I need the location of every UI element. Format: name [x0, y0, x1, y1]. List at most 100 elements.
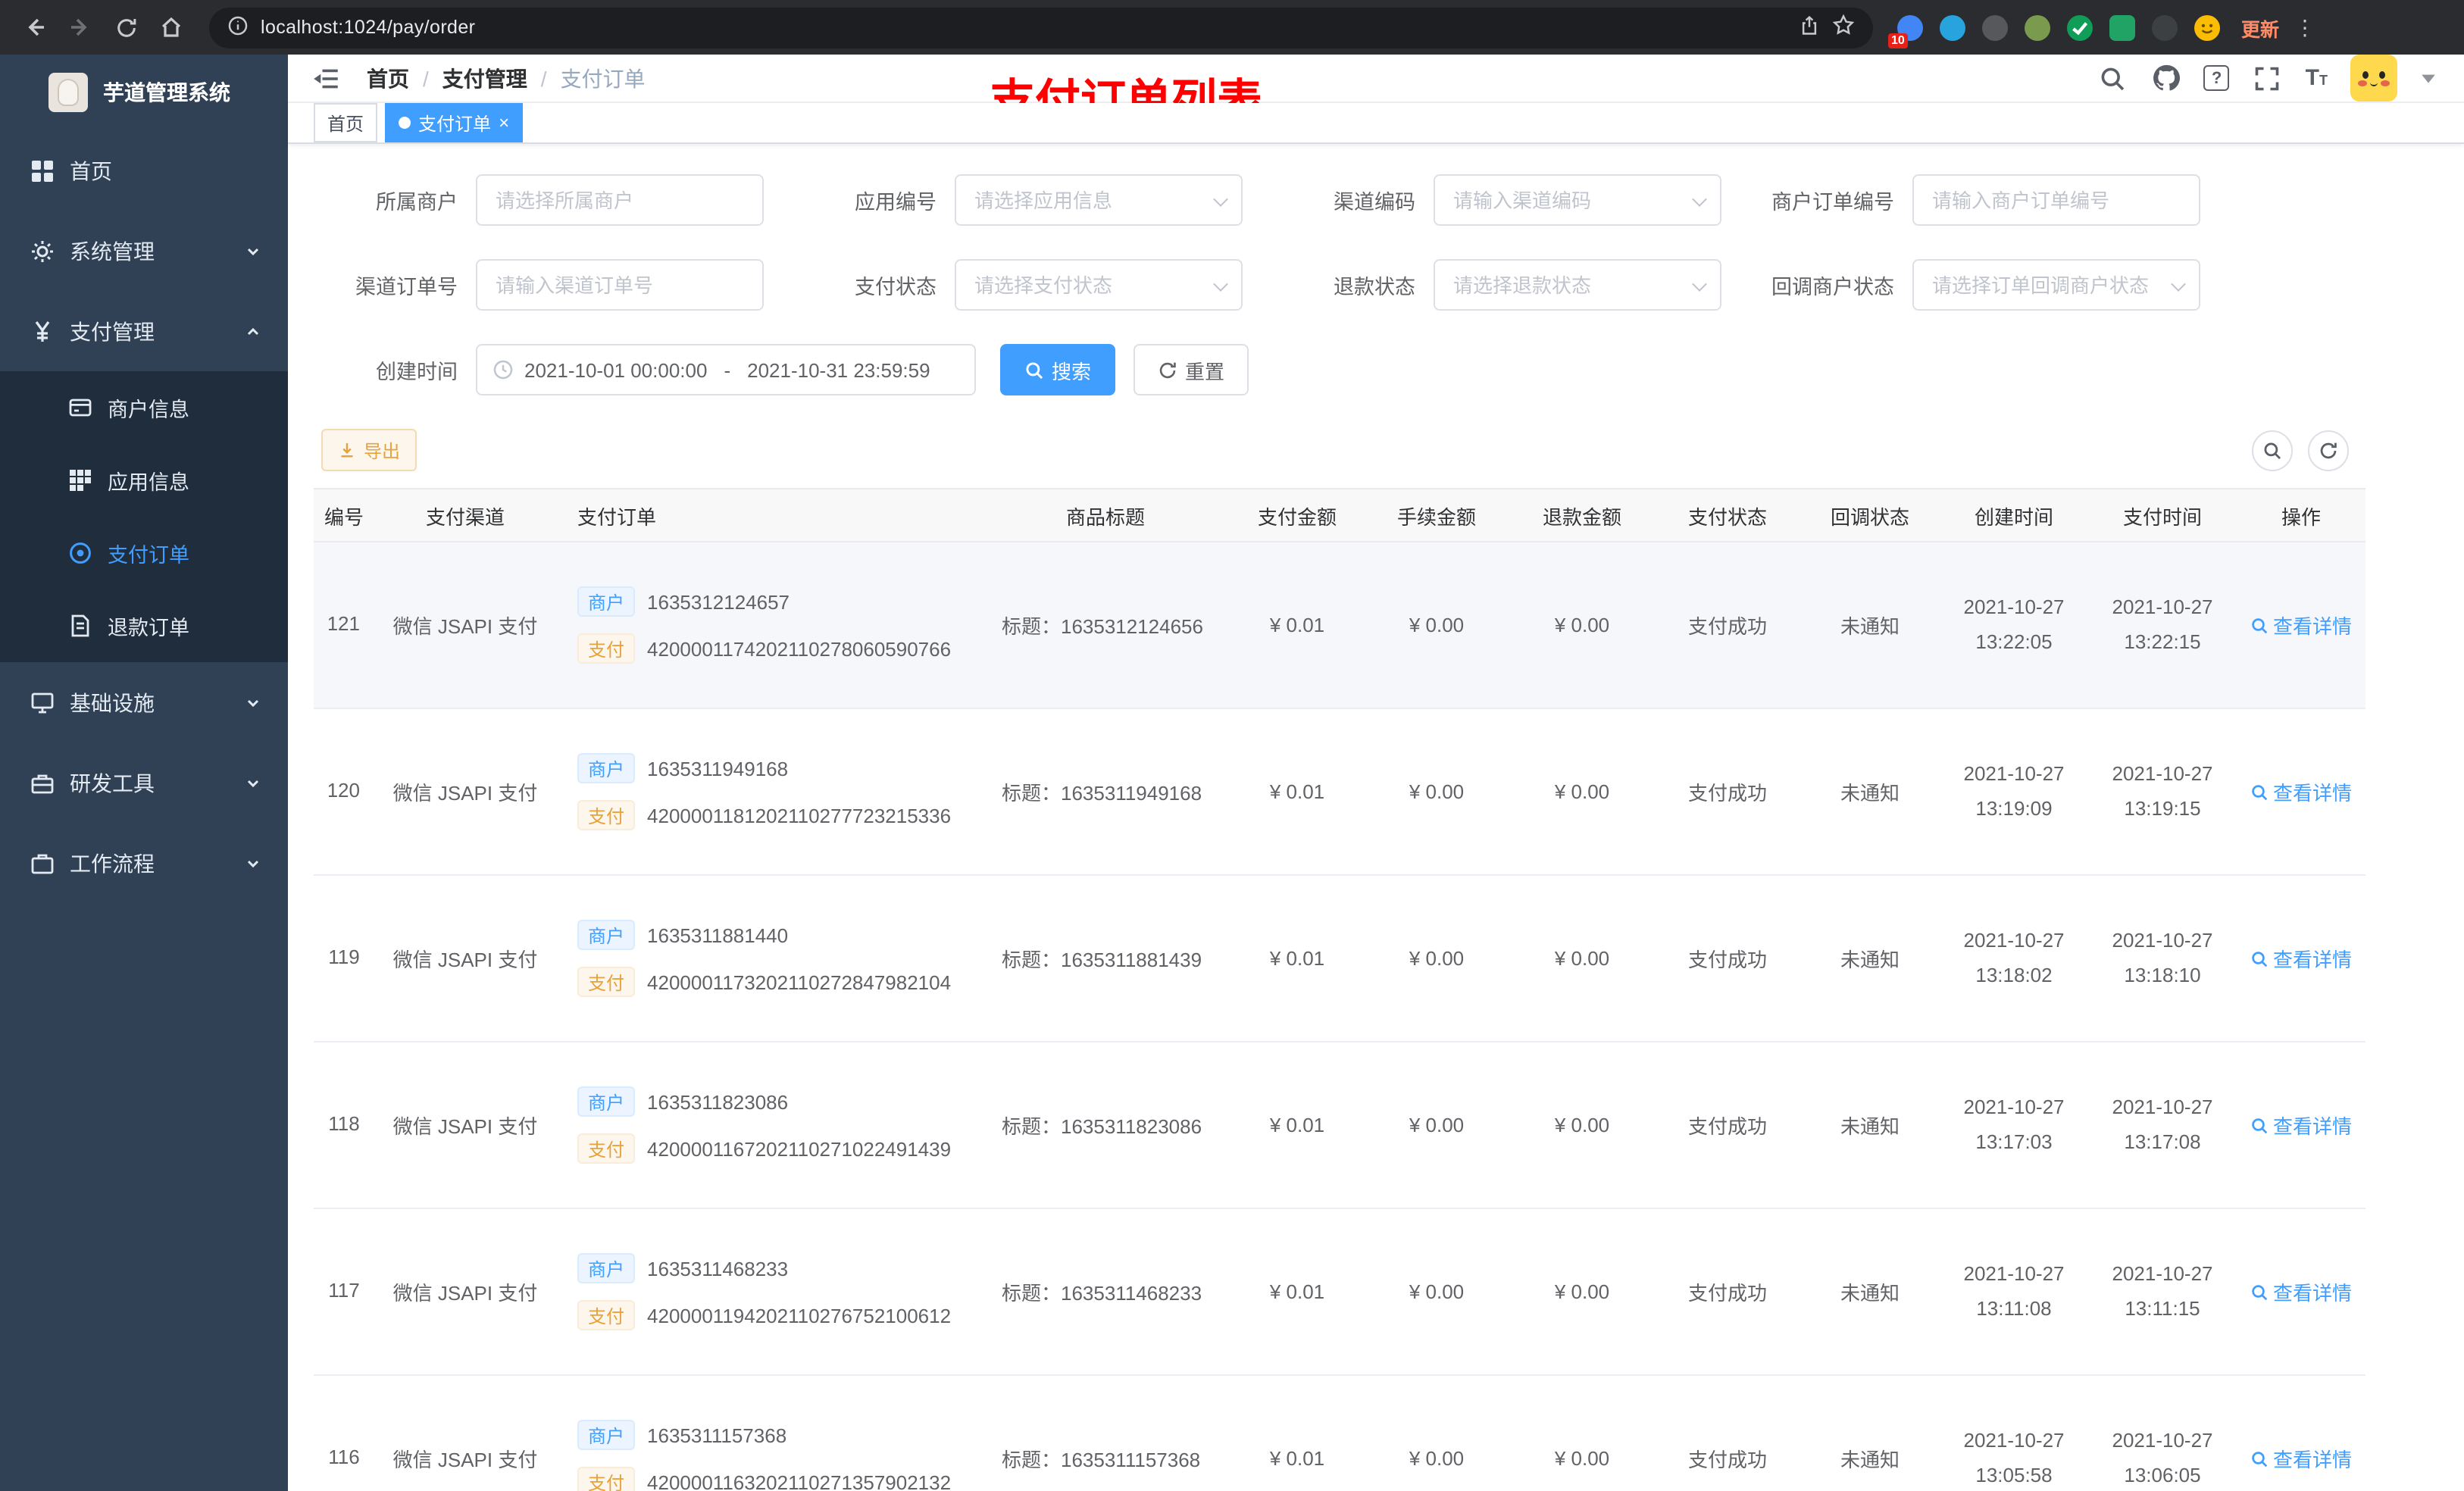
breadcrumb-section[interactable]: 支付管理: [442, 63, 527, 93]
cell-fee: ¥ 0.00: [1409, 1447, 1465, 1470]
sidebar-item-refund-order[interactable]: 退款订单: [0, 589, 288, 662]
chevron-up-icon: [247, 327, 259, 335]
channel-code-select[interactable]: [1434, 174, 1721, 226]
view-detail-link[interactable]: 查看详情: [2250, 1444, 2352, 1473]
search-icon[interactable]: [2098, 63, 2128, 93]
sidebar-item-payment[interactable]: 支付管理: [0, 291, 288, 371]
github-icon[interactable]: [2151, 63, 2181, 93]
cell-title: 标题：1635311157368: [1002, 1449, 1201, 1471]
cell-channel: 微信 JSAPI 支付: [392, 615, 538, 638]
extensions-puzzle-icon[interactable]: [2152, 14, 2178, 40]
merchant-tag: 商户: [577, 753, 636, 783]
user-avatar[interactable]: [2350, 55, 2397, 102]
refresh-table-button[interactable]: [2308, 430, 2349, 470]
sidebar-item-system[interactable]: 系统管理: [0, 211, 288, 291]
cell-pay-time: 2021-10-27 13:22:15: [2112, 595, 2213, 652]
tab-pay-order[interactable]: 支付订单 ×: [385, 103, 524, 142]
bookmark-star-icon[interactable]: [1832, 14, 1855, 41]
reset-button[interactable]: 重置: [1134, 344, 1249, 395]
chevron-down-icon: [247, 779, 259, 787]
extension-icon-2[interactable]: [1940, 14, 1965, 40]
docs-icon[interactable]: ?: [2203, 65, 2230, 91]
download-icon: [341, 443, 353, 458]
target-icon: [70, 542, 91, 564]
chevron-down-icon: [247, 247, 259, 255]
sidebar-item-merchant-info[interactable]: 商户信息: [0, 371, 288, 444]
cell-title: 标题：1635312124656: [1002, 615, 1203, 638]
cell-create-time: 2021-10-27 13:19:09: [1963, 762, 2065, 819]
show-search-button[interactable]: [2252, 430, 2293, 470]
sidebar-item-infra[interactable]: 基础设施: [0, 662, 288, 742]
app-select[interactable]: [955, 174, 1243, 226]
filter-label: 回调商户状态: [1771, 276, 1894, 299]
address-bar[interactable]: localhost:1024/pay/order: [209, 7, 1873, 48]
back-icon[interactable]: [15, 8, 55, 47]
fontsize-icon[interactable]: TT: [2306, 67, 2328, 89]
home-icon[interactable]: [152, 8, 191, 47]
monitor-icon: [31, 692, 54, 713]
create-time-range-picker[interactable]: 2021-10-01 00:00:00 - 2021-10-31 23:59:5…: [476, 344, 976, 395]
extension-check-icon[interactable]: [2067, 14, 2093, 40]
search-icon: [2264, 442, 2281, 459]
cell-refund: ¥ 0.00: [1554, 614, 1610, 636]
notify-status-select[interactable]: [1912, 259, 2200, 311]
cell-channel: 微信 JSAPI 支付: [392, 782, 538, 805]
pay-no: 4200001194202110276752100612: [647, 1304, 952, 1327]
profile-emoji-icon[interactable]: [2194, 14, 2220, 40]
fullscreen-icon[interactable]: [2253, 63, 2283, 93]
extension-icon-4[interactable]: [2025, 14, 2050, 40]
col-actions: 操作: [2281, 505, 2321, 528]
merchant-tag: 商户: [577, 586, 636, 617]
pay-status-select[interactable]: [955, 259, 1243, 311]
export-button[interactable]: 导出: [321, 429, 417, 471]
sidebar-item-app-info[interactable]: 应用信息: [0, 444, 288, 517]
grid-icon: [70, 470, 91, 491]
payment-submenu: 商户信息 应用信息 支付订单 退款订单: [0, 371, 288, 662]
tab-home[interactable]: 首页: [314, 103, 378, 142]
cell-id: 120: [328, 778, 360, 801]
breadcrumb-home[interactable]: 首页: [367, 63, 409, 93]
cell-notify: 未通知: [1840, 1115, 1900, 1138]
search-button[interactable]: 搜索: [1000, 344, 1116, 395]
briefcase-icon: [31, 853, 54, 874]
forward-icon[interactable]: [61, 8, 100, 47]
cell-channel: 微信 JSAPI 支付: [392, 1115, 538, 1138]
extension-icon-3[interactable]: [1982, 14, 2008, 40]
extension-icon-1[interactable]: 10: [1888, 14, 1923, 48]
share-icon[interactable]: [1799, 14, 1820, 40]
cell-order: 商户 1635311157368 支付 4200001163202110271357…: [556, 1420, 980, 1491]
browser-menu-icon[interactable]: ⋮: [2294, 14, 2315, 40]
cell-notify: 未通知: [1840, 1282, 1900, 1305]
pay-no: 4200001167202110271022491439: [647, 1137, 952, 1160]
cell-fee: ¥ 0.00: [1409, 947, 1465, 970]
cell-status: 支付成功: [1687, 949, 1767, 971]
merchant-no: 1635311881440: [647, 924, 789, 946]
view-detail-link[interactable]: 查看详情: [2250, 611, 2352, 639]
cell-title: 标题：1635311881439: [1002, 949, 1202, 971]
sidebar-item-workflow[interactable]: 工作流程: [0, 823, 288, 903]
col-status: 支付状态: [1687, 505, 1767, 528]
app-logo[interactable]: 芋道管理系统: [0, 55, 288, 130]
sidebar-item-pay-order[interactable]: 支付订单: [0, 517, 288, 589]
view-detail-link[interactable]: 查看详情: [2250, 1277, 2352, 1306]
tab-close-icon[interactable]: ×: [499, 114, 509, 132]
view-detail-link[interactable]: 查看详情: [2250, 1111, 2352, 1139]
extension-icon-6[interactable]: [2109, 14, 2135, 40]
merchant-no: 1635311823086: [647, 1090, 789, 1113]
site-info-icon[interactable]: [227, 14, 249, 40]
caret-down-icon[interactable]: [2420, 70, 2437, 86]
hamburger-icon[interactable]: [309, 61, 342, 95]
browser-update-button[interactable]: 更新: [2241, 13, 2279, 42]
view-detail-link[interactable]: 查看详情: [2250, 777, 2352, 806]
refund-status-select[interactable]: [1434, 259, 1721, 311]
sidebar-item-devtools[interactable]: 研发工具: [0, 742, 288, 823]
cell-create-time: 2021-10-27 13:11:08: [1963, 1262, 2065, 1319]
filter-label: 所属商户: [376, 191, 458, 214]
cell-title: 标题：1635311468233: [1002, 1282, 1202, 1305]
sidebar-item-home[interactable]: 首页: [0, 130, 288, 211]
merchant-order-no-input[interactable]: [1912, 174, 2200, 226]
reload-icon[interactable]: [106, 8, 145, 47]
channel-order-no-input[interactable]: [476, 259, 764, 311]
view-detail-link[interactable]: 查看详情: [2250, 944, 2352, 973]
merchant-select[interactable]: [476, 174, 764, 226]
